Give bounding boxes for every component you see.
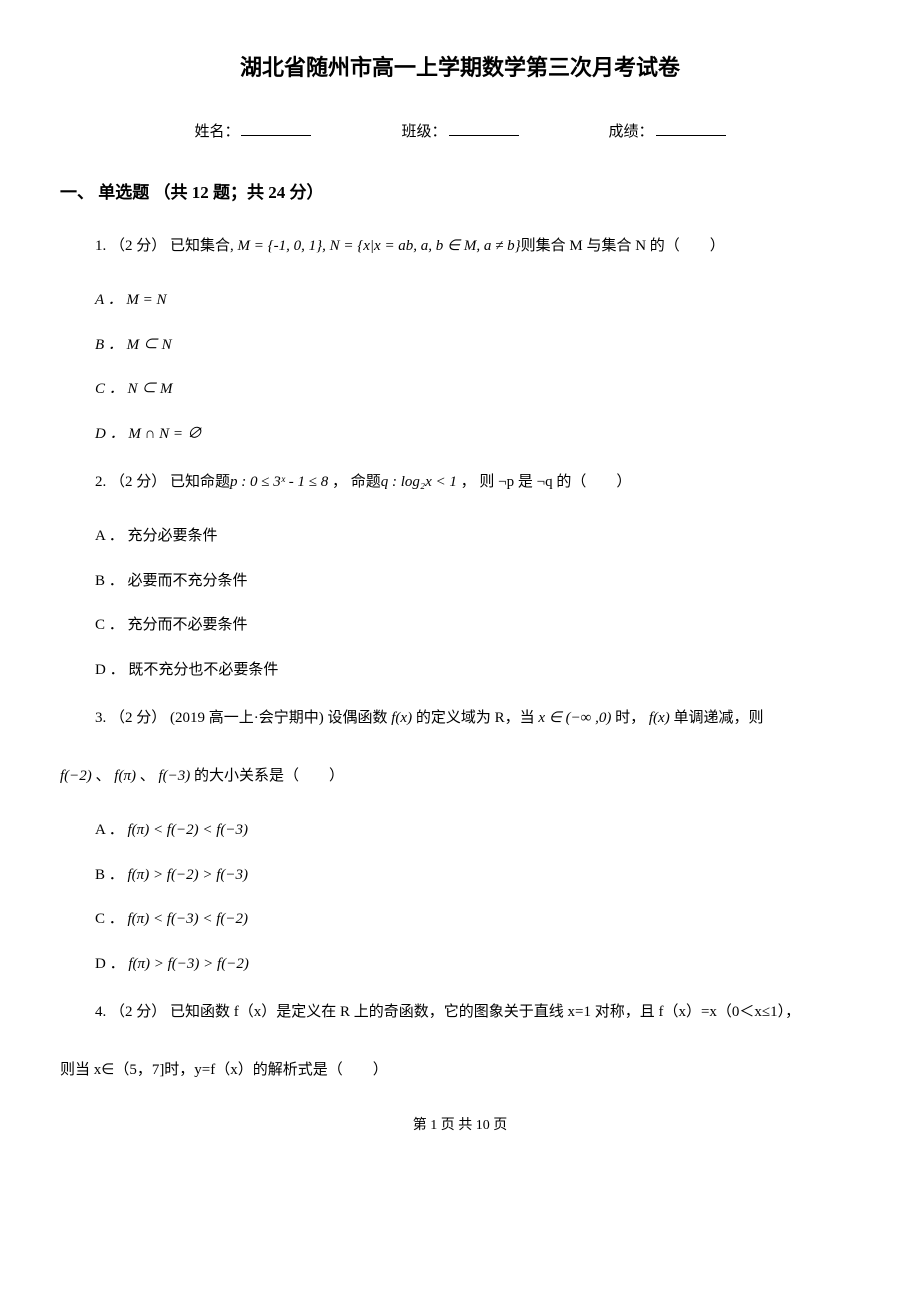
q2-option-b[interactable]: B ． 必要而不充分条件 (95, 570, 860, 593)
question-4-line2: 则当 x∈（5，7]时，y=f（x）的解析式是（ ） (60, 1055, 860, 1085)
q3-line2-c: f(π) (114, 768, 136, 784)
q3-optC-math: f(π) < f(−3) < f(−2) (128, 911, 248, 927)
page-footer: 第 1 页 共 10 页 (60, 1115, 860, 1137)
q3-optD-math: f(π) > f(−3) > f(−2) (128, 956, 248, 972)
q3-optA-math: f(π) < f(−2) < f(−3) (128, 822, 248, 838)
score-label: 成绩： (609, 120, 654, 144)
section-1-header: 一、 单选题 （共 12 题；共 24 分） (60, 179, 860, 206)
score-blank[interactable] (656, 120, 726, 136)
q2-stem-a: 2. （2 分） 已知命题 (95, 474, 230, 490)
q1-option-d[interactable]: D ． M ∩ N = ∅ (95, 423, 860, 446)
name-label: 姓名： (194, 120, 239, 144)
q3-optA-label: A ． (95, 822, 128, 838)
q2-stem-q: q : log₂x < 1 (381, 474, 457, 490)
q3-options: A ． f(π) < f(−2) < f(−3) B ． f(π) > f(−2… (95, 819, 860, 975)
q3-optC-label: C ． (95, 911, 128, 927)
class-label: 班级： (401, 120, 446, 144)
q3-option-d[interactable]: D ． f(π) > f(−3) > f(−2) (95, 953, 860, 976)
q2-stem-c: ， 则 ¬p 是 ¬q 的（ ） (457, 474, 631, 490)
question-4-line1: 4. （2 分） 已知函数 f（x）是定义在 R 上的奇函数，它的图象关于直线 … (95, 997, 860, 1027)
q3-stem-c: 时， (611, 710, 649, 726)
q3-optB-label: B ． (95, 867, 128, 883)
q2-options: A ． 充分必要条件 B ． 必要而不充分条件 C ． 充分而不必要条件 D ．… (95, 525, 860, 681)
score-field: 成绩： (609, 120, 726, 144)
question-3-line1: 3. （2 分） (2019 高一上·会宁期中) 设偶函数 f(x) 的定义域为… (95, 703, 860, 733)
question-1: 1. （2 分） 已知集合, M = {-1, 0, 1}, N = {x|x … (95, 231, 860, 261)
q3-optB-math: f(π) > f(−2) > f(−3) (128, 867, 248, 883)
q3-fx1: f(x) (391, 710, 412, 726)
class-field: 班级： (401, 120, 518, 144)
student-info-row: 姓名： 班级： 成绩： (60, 120, 860, 144)
q2-stem-b: ， 命题 (328, 474, 381, 490)
q3-line2-f: 的大小关系是（ ） (190, 768, 344, 784)
q2-option-c[interactable]: C ． 充分而不必要条件 (95, 614, 860, 637)
q3-stem-b: 的定义域为 R，当 (412, 710, 538, 726)
q3-option-b[interactable]: B ． f(π) > f(−2) > f(−3) (95, 864, 860, 887)
q1-option-b[interactable]: B ． M ⊂ N (95, 334, 860, 357)
q1-stem-math: M = {-1, 0, 1}, N = {x|x = ab, a, b ∈ M,… (238, 238, 521, 254)
q3-optD-label: D ． (95, 956, 128, 972)
q1-stem-prefix: 1. （2 分） 已知集合, (95, 238, 238, 254)
q3-option-a[interactable]: A ． f(π) < f(−2) < f(−3) (95, 819, 860, 842)
q3-stem-d: 单调递减，则 (670, 710, 764, 726)
page-title: 湖北省随州市高一上学期数学第三次月考试卷 (60, 50, 860, 85)
q3-range: x ∈ (−∞ ,0) (538, 710, 611, 726)
q3-option-c[interactable]: C ． f(π) < f(−3) < f(−2) (95, 908, 860, 931)
name-field: 姓名： (194, 120, 311, 144)
name-blank[interactable] (241, 120, 311, 136)
question-2: 2. （2 分） 已知命题p : 0 ≤ 3ˣ - 1 ≤ 8 ， 命题q : … (95, 467, 860, 497)
q3-line2-d: 、 (136, 768, 159, 784)
q1-option-a[interactable]: A ． M = N (95, 289, 860, 312)
q3-stem-a: 3. （2 分） (2019 高一上·会宁期中) 设偶函数 (95, 710, 391, 726)
q1-option-c[interactable]: C ． N ⊂ M (95, 378, 860, 401)
q3-fx2: f(x) (649, 710, 670, 726)
q2-option-a[interactable]: A ． 充分必要条件 (95, 525, 860, 548)
q3-line2-a: f(−2) (60, 768, 92, 784)
q1-stem-suffix: 则集合 M 与集合 N 的（ ） (521, 238, 725, 254)
class-blank[interactable] (449, 120, 519, 136)
question-3-line2: f(−2) 、 f(π) 、 f(−3) 的大小关系是（ ） (60, 761, 860, 791)
q1-options: A ． M = N B ． M ⊂ N C ． N ⊂ M D ． M ∩ N … (95, 289, 860, 445)
q2-stem-p: p : 0 ≤ 3ˣ - 1 ≤ 8 (230, 474, 328, 490)
q3-line2-b: 、 (92, 768, 115, 784)
q3-line2-e: f(−3) (159, 768, 191, 784)
q2-option-d[interactable]: D ． 既不充分也不必要条件 (95, 659, 860, 682)
